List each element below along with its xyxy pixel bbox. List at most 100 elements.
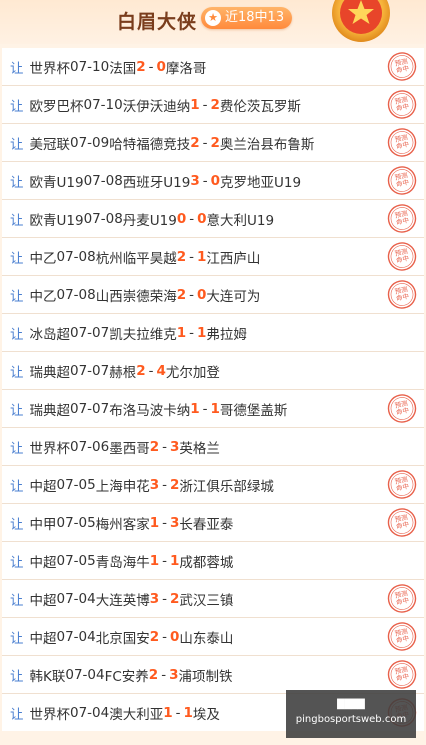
score-separator: -: [189, 248, 195, 265]
stamp-text: 预测命中: [394, 512, 411, 530]
home-team: 山西崇德荣海: [95, 288, 177, 305]
list-item[interactable]: 让韩K联 07-04 FC安养 2-3 浦项制铁 预测命中: [2, 655, 424, 693]
away-team: 克罗地亚U19: [220, 174, 302, 191]
away-score: 3: [169, 666, 179, 683]
away-team: 摩洛哥: [165, 60, 207, 77]
list-item[interactable]: 让中超 07-04 北京国安 2-0 山东泰山 预测命中: [2, 617, 424, 655]
league-name: 瑞典超: [29, 402, 71, 419]
league-name: 欧罗巴杯: [29, 98, 84, 115]
home-team: FC安养: [104, 668, 149, 685]
star-icon: ★: [205, 10, 221, 26]
list-item[interactable]: 让欧罗巴杯 07-10 沃伊沃迪纳 1-2 费伦茨瓦罗斯 预测命中: [2, 85, 424, 123]
watermark: ████ pingbosportsweb.com: [286, 690, 416, 738]
away-team: 哥德堡盖斯: [219, 402, 288, 419]
home-team: 布洛马波卡纳: [109, 402, 191, 419]
home-score: 2: [136, 58, 146, 75]
league-name: 中乙: [29, 250, 57, 267]
hit-stamp-icon: 预测命中: [387, 508, 417, 537]
match-date: 07-08: [56, 286, 96, 303]
home-score: 3: [149, 476, 160, 493]
match-date: 07-08: [83, 210, 123, 227]
home-score: 1: [149, 552, 160, 569]
home-team: 上海申花: [95, 478, 150, 495]
list-item[interactable]: 让中乙 07-08 杭州临平昊越 2-1 江西庐山 预测命中: [2, 237, 424, 275]
list-item[interactable]: 让中超 07-05 青岛海牛 1-1 成都蓉城: [2, 541, 424, 579]
away-score: 3: [170, 438, 180, 455]
handicap-label: 让: [10, 706, 24, 723]
home-team: 北京国安: [95, 630, 150, 647]
match-date: 07-07: [70, 362, 110, 379]
home-team: 丹麦U19: [122, 212, 177, 229]
stamp-text: 预测命中: [394, 398, 411, 416]
home-team: 澳大利亚: [109, 706, 164, 723]
list-item[interactable]: 让中超 07-05 上海申花 3-2 浙江俱乐部绿城 预测命中: [2, 465, 424, 503]
handicap-label: 让: [10, 250, 24, 267]
score-separator: -: [148, 362, 154, 379]
handicap-label: 让: [10, 554, 24, 571]
score-separator: -: [202, 400, 208, 417]
league-name: 世界杯: [29, 440, 71, 457]
medal-icon: [332, 0, 390, 42]
stamp-text: 预测命中: [394, 626, 411, 644]
score-separator: -: [148, 58, 154, 75]
list-item[interactable]: 让世界杯 07-10 法国 2-0 摩洛哥 预测命中: [2, 48, 424, 85]
list-item[interactable]: 让冰岛超 07-07 凯夫拉维克 1-1 弗拉姆: [2, 313, 424, 351]
home-score: 1: [176, 324, 187, 341]
hit-stamp-icon: 预测命中: [387, 52, 417, 81]
away-score: 1: [183, 704, 193, 721]
score-separator: -: [189, 210, 195, 227]
home-team: 青岛海牛: [95, 554, 150, 571]
league-name: 瑞典超: [29, 364, 71, 381]
list-item[interactable]: 让欧青U19 07-08 西班牙U19 3-0 克罗地亚U19 预测命中: [2, 161, 424, 199]
score-separator: -: [162, 514, 168, 531]
handicap-label: 让: [10, 98, 24, 115]
handicap-label: 让: [10, 60, 24, 77]
away-score: 0: [197, 210, 207, 227]
handicap-label: 让: [10, 174, 24, 191]
home-team: 法国: [109, 60, 137, 77]
hit-stamp-icon: 预测命中: [387, 622, 417, 651]
away-team: 弗拉姆: [206, 326, 247, 343]
list-item[interactable]: 让瑞典超 07-07 布洛马波卡纳 1-1 哥德堡盖斯 预测命中: [2, 389, 424, 427]
handicap-label: 让: [10, 288, 24, 305]
hit-stamp-icon: 预测命中: [387, 280, 417, 309]
list-item[interactable]: 让中甲 07-05 梅州客家 1-3 长春亚泰 预测命中: [2, 503, 424, 541]
league-name: 中超: [29, 554, 57, 571]
hit-stamp-icon: 预测命中: [387, 90, 417, 119]
league-name: 中超: [29, 478, 57, 495]
away-score: 1: [210, 400, 220, 417]
away-score: 2: [170, 590, 180, 607]
watermark-line1: ████: [337, 700, 365, 710]
league-name: 中超: [29, 630, 57, 647]
away-team: 浙江俱乐部绿城: [179, 478, 274, 495]
away-team: 浦项制铁: [178, 668, 233, 685]
score-separator: -: [189, 286, 195, 303]
hit-stamp-icon: 预测命中: [387, 128, 417, 157]
match-date: 07-06: [70, 438, 110, 455]
list-item[interactable]: 让世界杯 07-06 墨西哥 2-3 英格兰: [2, 427, 424, 465]
list-item[interactable]: 让美冠联 07-09 哈特福德竞技 2-2 奥兰治县布鲁斯 预测命中: [2, 123, 424, 161]
away-score: 0: [210, 172, 221, 189]
home-team: 哈特福德竞技: [109, 136, 191, 153]
list-item[interactable]: 让欧青U19 07-08 丹麦U19 0-0 意大利U19 预测命中: [2, 199, 424, 237]
list-item[interactable]: 让瑞典超 07-07 赫根 2-4 尤尔加登: [2, 351, 424, 389]
list-item[interactable]: 让中乙 07-08 山西崇德荣海 2-0 大连可为 预测命中: [2, 275, 424, 313]
home-score: 1: [190, 400, 200, 417]
league-name: 中乙: [29, 288, 57, 305]
match-date: 07-10: [70, 58, 110, 75]
score-separator: -: [189, 324, 195, 341]
home-score: 2: [148, 666, 159, 683]
away-team: 长春亚泰: [179, 516, 234, 533]
handicap-label: 让: [10, 136, 24, 153]
home-team: 墨西哥: [109, 440, 150, 457]
handicap-label: 让: [10, 326, 24, 343]
page-title: 白眉大侠: [117, 11, 198, 33]
away-score: 4: [156, 362, 166, 379]
home-score: 2: [190, 134, 200, 151]
match-date: 07-05: [56, 476, 96, 493]
record-text: 近18中13: [225, 10, 285, 25]
away-team: 大连可为: [206, 288, 261, 305]
list-item[interactable]: 让中超 07-04 大连英博 3-2 武汉三镇 预测命中: [2, 579, 424, 617]
league-name: 美冠联: [29, 136, 71, 153]
match-date: 07-04: [56, 590, 96, 607]
